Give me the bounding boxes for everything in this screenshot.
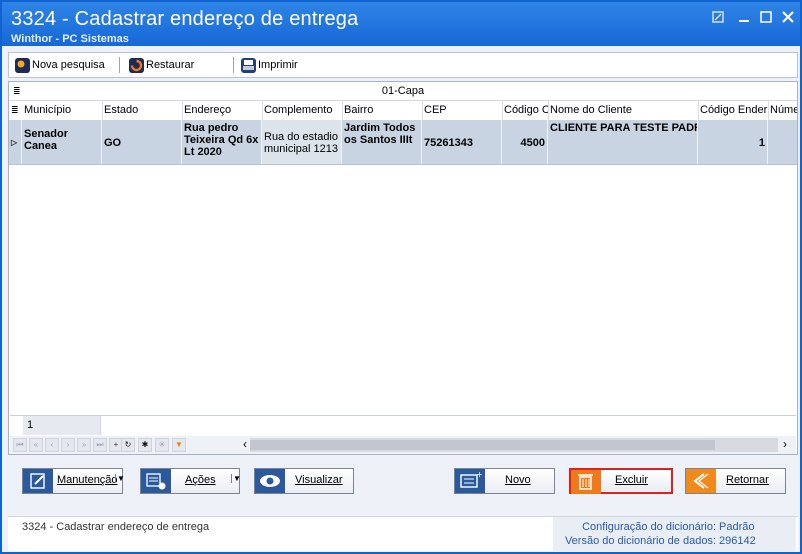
title-bar[interactable]: 3324 - Cadastrar endereço de entrega Win… (2, 2, 800, 46)
nova-pesquisa-button[interactable]: Nova pesquisa (15, 56, 105, 74)
acoes-button[interactable]: Ações ▼ (140, 468, 241, 494)
manutencao-label: Manutenção (57, 474, 118, 486)
filter-icon[interactable]: ▼ (172, 438, 186, 452)
cell-estado[interactable]: GO (102, 120, 182, 164)
imprimir-button[interactable]: Imprimir (241, 56, 298, 74)
column-header-codigo-endereco[interactable]: Código Ender (698, 101, 769, 120)
chevron-down-icon[interactable]: ▼ (231, 474, 241, 483)
column-header-nome-cliente[interactable]: Nome do Cliente (548, 101, 699, 120)
horizontal-scrollbar[interactable] (250, 438, 778, 452)
clear-filter-icon[interactable]: ✳ (155, 438, 169, 452)
column-header-estado[interactable]: Estado (102, 101, 183, 120)
retornar-button[interactable]: Retornar (685, 468, 786, 494)
new-record-icon: + (455, 469, 485, 493)
chevron-down-icon[interactable]: ▼ (115, 474, 125, 483)
prev-page-icon[interactable]: « (29, 438, 43, 452)
last-page-icon[interactable]: ⏭ (93, 438, 107, 452)
excluir-button[interactable]: Excluir (569, 468, 673, 494)
window-title: 3324 - Cadastrar endereço de entrega (11, 8, 359, 30)
visualizar-label: Visualizar (295, 474, 343, 486)
column-header-endereco[interactable]: Endereço (182, 101, 263, 120)
data-grid: ≣ 01-Capa ≣ Município Estado Endereço Co… (8, 81, 798, 455)
column-header-cep[interactable]: CEP (422, 101, 503, 120)
toolbar-divider (233, 57, 234, 73)
config-label: Configuração do dicionário: (582, 521, 716, 533)
novo-button[interactable]: + Novo (454, 468, 555, 494)
grid-caption-band: ≣ 01-Capa (9, 82, 797, 101)
actions-gear-icon (141, 469, 171, 493)
scroll-right-icon[interactable]: › (783, 437, 787, 451)
excluir-label: Excluir (615, 474, 649, 486)
band-menu-icon[interactable]: ≣ (13, 82, 21, 100)
config-value: Padrão (719, 521, 755, 533)
refresh-icon[interactable]: ↻ (121, 438, 135, 452)
row-indicator-icon: ▷ (9, 120, 22, 164)
edit-icon (23, 469, 53, 493)
eye-icon (255, 469, 285, 493)
maximize-icon[interactable] (758, 10, 774, 24)
cell-municipio[interactable]: Senador Canea (22, 120, 102, 164)
restaurar-label: Restaurar (146, 59, 195, 71)
column-header-bairro[interactable]: Bairro (342, 101, 423, 120)
nova-pesquisa-label: Nova pesquisa (32, 59, 105, 71)
toolbar-divider (119, 57, 120, 73)
grid-caption: 01-Capa (381, 85, 425, 97)
cell-endereco[interactable]: Rua pedro Teixeira Qd 6x Lt 2020 (182, 120, 262, 164)
trash-icon (571, 470, 601, 494)
status-screen-name: 3324 - Cadastrar endereço de entrega (22, 521, 210, 533)
asterisk-icon[interactable]: ✱ (138, 438, 152, 452)
cell-numero[interactable] (768, 120, 797, 164)
column-header-complemento[interactable]: Complemento (262, 101, 343, 120)
acoes-label: Ações (185, 474, 216, 486)
search-icon (15, 57, 30, 73)
back-arrow-icon (686, 469, 716, 493)
restore-window-icon[interactable] (710, 10, 726, 24)
version-label: Versão do dicionário de dados: (564, 535, 716, 547)
grid-footer-summary: 1 (10, 415, 796, 436)
cell-cep[interactable]: 75261343 (422, 120, 502, 164)
cell-nome-cliente[interactable]: CLIENTE PARA TESTE PADR (548, 120, 698, 164)
cell-bairro[interactable]: Jardim Todos os Santos IIIt (342, 120, 422, 164)
visualizar-button[interactable]: Visualizar (254, 468, 354, 494)
cell-codigo-cliente[interactable]: 4500 (502, 120, 548, 164)
column-header-codigo-cliente[interactable]: Código C (502, 101, 549, 120)
window-subtitle: Winthor - PC Sistemas (11, 33, 129, 45)
minimize-icon[interactable] (736, 10, 752, 24)
novo-label: Novo (505, 474, 531, 486)
svg-text:+: + (476, 470, 483, 479)
cell-codigo-endereco[interactable]: 1 (698, 120, 768, 164)
printer-icon (241, 57, 256, 73)
version-value: 296142 (719, 535, 756, 547)
restaurar-button[interactable]: Restaurar (129, 56, 194, 74)
close-icon[interactable] (780, 10, 796, 24)
restore-icon (129, 57, 144, 73)
imprimir-label: Imprimir (258, 59, 298, 71)
scrollbar-thumb[interactable] (250, 440, 715, 450)
status-bar: 3324 - Cadastrar endereço de entrega Con… (8, 516, 798, 551)
dictionary-info: Configuração do dicionário: Padrão Versã… (553, 517, 796, 551)
manutencao-button[interactable]: Manutenção ▼ (22, 468, 125, 494)
grid-header: ≣ Município Estado Endereço Complemento … (9, 101, 797, 121)
retornar-label: Retornar (726, 474, 769, 486)
column-header-municipio[interactable]: Município (22, 101, 103, 120)
record-count: 1 (23, 416, 101, 435)
first-page-icon[interactable]: ⏮ (13, 438, 27, 452)
prev-record-icon[interactable]: ‹ (45, 438, 59, 452)
next-record-icon[interactable]: › (61, 438, 75, 452)
column-header-numero[interactable]: Núme (768, 101, 797, 120)
cell-complemento[interactable]: Rua do estadio municipal 1213 (262, 120, 342, 164)
toolbar: Nova pesquisa Restaurar Imprimir (8, 52, 798, 78)
application-window: 3324 - Cadastrar endereço de entrega Win… (0, 0, 802, 554)
next-page-icon[interactable]: » (77, 438, 91, 452)
grid-navigator: ⏮ « ‹ › » ⏭ + ↻ ✱ ✳ ▼ ‹ › (10, 436, 796, 454)
scroll-left-icon[interactable]: ‹ (243, 437, 247, 451)
table-row[interactable]: ▷ Senador Canea GO Rua pedro Teixeira Qd… (9, 120, 797, 165)
